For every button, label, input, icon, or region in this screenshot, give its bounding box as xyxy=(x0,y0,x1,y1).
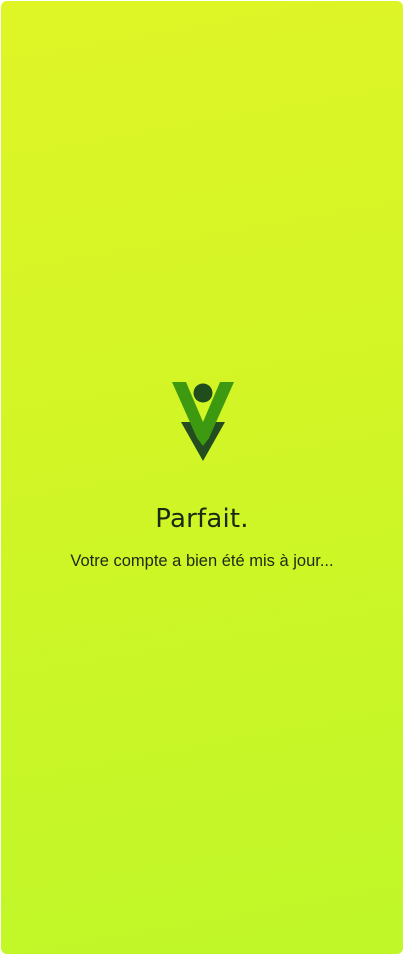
page-title: Parfait. xyxy=(155,504,249,534)
brand-logo-icon xyxy=(172,382,234,461)
success-screen: Parfait. Votre compte a bien été mis à j… xyxy=(1,1,403,954)
status-message: Votre compte a bien été mis à jour... xyxy=(70,552,334,570)
